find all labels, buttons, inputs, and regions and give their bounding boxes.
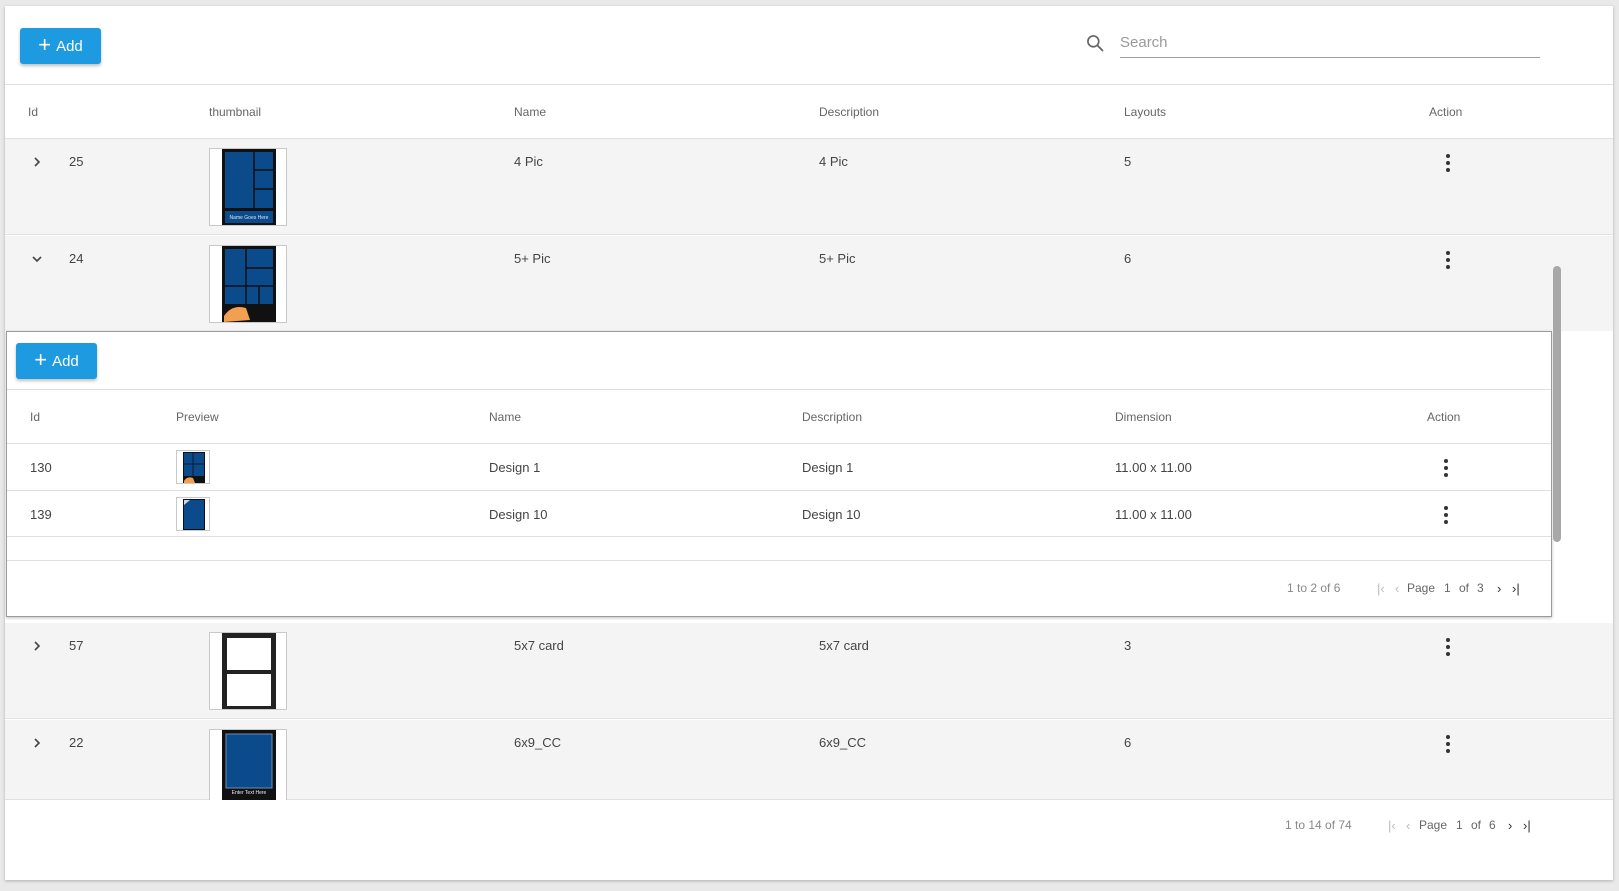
vertical-scrollbar[interactable]	[1553, 266, 1561, 542]
design-name: Design 1	[489, 460, 541, 475]
col-header-layouts[interactable]: Layouts	[1124, 105, 1166, 119]
layouts-panel: + Add Id thumbnail Name Description Layo…	[5, 6, 1613, 880]
more-vert-icon[interactable]	[1445, 154, 1451, 172]
row-divider	[7, 490, 1551, 491]
last-page-icon[interactable]: ›|	[1523, 818, 1531, 833]
pager-page-label: Page	[1407, 581, 1436, 595]
search-icon	[1087, 35, 1104, 52]
row-layouts: 6	[1124, 251, 1132, 266]
row-name: 4 Pic	[514, 154, 543, 169]
table-row[interactable]: 25 Name Goes Here 4 Pic 4 Pic 5	[5, 139, 1613, 235]
col-header-id[interactable]: Id	[30, 410, 40, 424]
table-row[interactable]: 57 5x7 card 5x7 card 3	[5, 623, 1613, 719]
table-row[interactable]: 22 Enter Text Here 6x9_CC 6x9_CC 6	[5, 720, 1613, 800]
divider	[5, 84, 1613, 85]
search-bar	[1085, 28, 1540, 58]
add-button[interactable]: + Add	[20, 28, 101, 64]
chevron-right-icon[interactable]	[30, 639, 44, 653]
thumbnail-caption: Enter Text Here	[232, 790, 267, 796]
pager-total-pages: 3	[1477, 581, 1484, 595]
row-id: 57	[69, 638, 84, 653]
footer-divider	[7, 560, 1551, 561]
design-id: 139	[30, 507, 52, 522]
add-button-label: Add	[56, 37, 83, 55]
next-page-icon[interactable]: ›	[1497, 581, 1501, 596]
pager-range: 1 to 2 of 6	[1287, 581, 1341, 595]
row-thumbnail: Enter Text Here	[209, 729, 287, 800]
row-name: 5x7 card	[514, 638, 564, 653]
row-description: 5+ Pic	[819, 251, 856, 266]
more-vert-icon[interactable]	[1445, 735, 1451, 753]
table-row[interactable]: 24 5+ Pic 5+ Pic 6	[5, 236, 1613, 331]
row-name: 6x9_CC	[514, 735, 561, 750]
row-divider	[7, 536, 1551, 537]
row-name: 5+ Pic	[514, 251, 551, 266]
design-description: Design 10	[802, 507, 861, 522]
prev-page-icon[interactable]: ‹	[1395, 581, 1399, 596]
row-layouts: 6	[1124, 735, 1132, 750]
design-dimension: 11.00 x 11.00	[1115, 507, 1192, 522]
next-page-icon[interactable]: ›	[1508, 818, 1512, 833]
more-vert-icon[interactable]	[1445, 638, 1451, 656]
row-description: 6x9_CC	[819, 735, 866, 750]
pager-page-label: Page	[1419, 818, 1448, 832]
row-thumbnail	[209, 245, 287, 323]
col-header-name[interactable]: Name	[489, 410, 521, 424]
row-description: 5x7 card	[819, 638, 869, 653]
col-header-action: Action	[1427, 410, 1461, 424]
col-header-id[interactable]: Id	[28, 105, 38, 119]
row-layouts: 5	[1124, 154, 1132, 169]
last-page-icon[interactable]: ›|	[1512, 581, 1520, 596]
add-design-button[interactable]: + Add	[16, 343, 97, 379]
col-header-description[interactable]: Description	[802, 410, 862, 424]
add-button-label: Add	[52, 352, 79, 370]
more-vert-icon[interactable]	[1443, 459, 1449, 477]
col-header-action: Action	[1429, 105, 1463, 119]
pager-of-label: of	[1471, 818, 1482, 832]
first-page-icon[interactable]: |‹	[1377, 581, 1385, 596]
row-id: 22	[69, 735, 84, 750]
pager-total-pages: 6	[1489, 818, 1496, 832]
col-header-description[interactable]: Description	[819, 105, 879, 119]
pager-of-label: of	[1459, 581, 1470, 595]
pager-page-number: 1	[1456, 818, 1463, 832]
header-divider	[7, 443, 1551, 444]
row-thumbnail: Name Goes Here	[209, 148, 287, 226]
design-name: Design 10	[489, 507, 548, 522]
pager-range: 1 to 14 of 74	[1285, 818, 1352, 832]
row-id: 25	[69, 154, 84, 169]
chevron-right-icon[interactable]	[30, 736, 44, 750]
divider	[7, 389, 1551, 390]
pager-page-number: 1	[1444, 581, 1451, 595]
row-description: 4 Pic	[819, 154, 848, 169]
more-vert-icon[interactable]	[1445, 251, 1451, 269]
first-page-icon[interactable]: |‹	[1388, 818, 1396, 833]
layout-designs-subgrid: + Add Id Preview Name Description Dimens…	[6, 331, 1552, 617]
col-header-name[interactable]: Name	[514, 105, 546, 119]
design-preview	[176, 497, 210, 531]
col-header-dimension[interactable]: Dimension	[1115, 410, 1172, 424]
design-description: Design 1	[802, 460, 854, 475]
chevron-down-icon[interactable]	[30, 252, 44, 266]
design-id: 130	[30, 460, 52, 475]
col-header-thumbnail[interactable]: thumbnail	[209, 105, 261, 119]
col-header-preview[interactable]: Preview	[176, 410, 219, 424]
design-dimension: 11.00 x 11.00	[1115, 460, 1192, 475]
more-vert-icon[interactable]	[1443, 506, 1449, 524]
row-id: 24	[69, 251, 84, 266]
prev-page-icon[interactable]: ‹	[1406, 818, 1410, 833]
row-thumbnail	[209, 632, 287, 710]
search-input[interactable]	[1120, 28, 1540, 58]
row-layouts: 3	[1124, 638, 1132, 653]
design-preview	[176, 450, 210, 484]
plus-icon: +	[34, 347, 48, 372]
chevron-right-icon[interactable]	[30, 155, 44, 169]
plus-icon: +	[38, 32, 52, 57]
thumbnail-caption: Name Goes Here	[230, 215, 269, 221]
